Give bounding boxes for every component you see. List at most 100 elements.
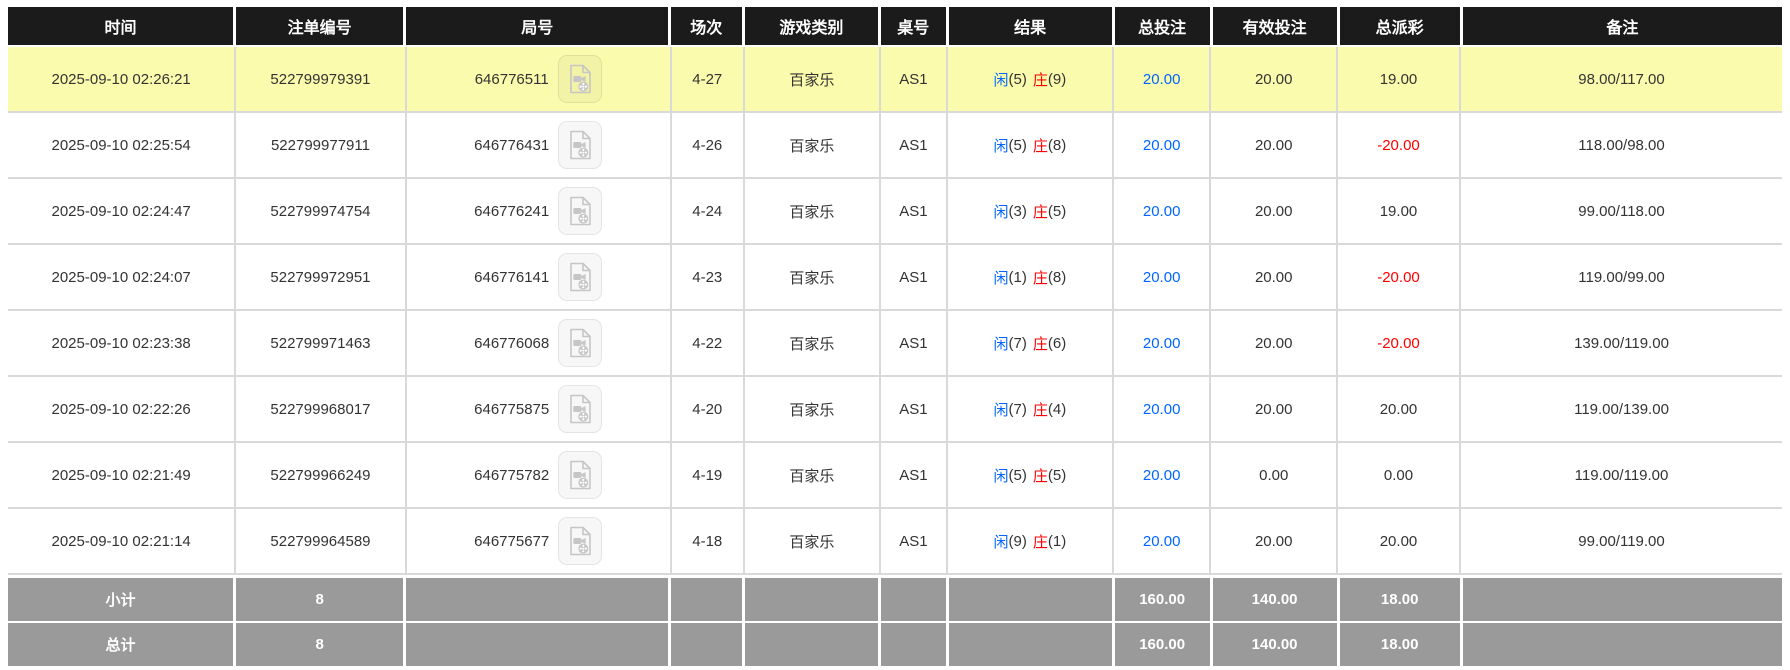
result-cell: 闲(5)庄(5) (948, 443, 1112, 507)
payout-cell: 19.00 (1338, 47, 1459, 111)
banker-result-label: 庄 (1033, 465, 1048, 486)
table-no-cell: AS1 (881, 443, 946, 507)
col-header-remark: 备注 (1463, 7, 1782, 45)
payout-cell: 19.00 (1338, 179, 1459, 243)
col-header-payout: 总派彩 (1340, 7, 1460, 45)
bet-time: 2025-09-10 02:21:14 (51, 533, 190, 550)
bet-id: 522799972951 (270, 269, 370, 286)
banker-result-label: 庄 (1033, 201, 1048, 222)
video-icon[interactable] (558, 187, 602, 235)
player-result-label: 闲 (994, 333, 1009, 354)
game-type-cell: 百家乐 (745, 47, 879, 111)
table-no-cell: AS1 (881, 377, 946, 441)
video-icon[interactable] (558, 55, 602, 103)
valid-bet-cell: 20.00 (1211, 377, 1336, 441)
time-cell: 2025-09-10 02:24:47 (8, 179, 234, 243)
video-icon[interactable] (558, 517, 602, 565)
bet-id-cell: 522799972951 (236, 245, 404, 309)
result-cell: 闲(7)庄(4) (948, 377, 1112, 441)
session-cell: 4-27 (672, 47, 743, 111)
table-row[interactable]: 2025-09-10 02:23:38 522799971463 6467760… (8, 311, 1782, 377)
round-cell: 646776431 (407, 113, 670, 177)
session-cell: 4-26 (672, 113, 743, 177)
game-type-cell: 百家乐 (745, 509, 879, 573)
time-cell: 2025-09-10 02:24:07 (8, 245, 234, 309)
banker-result-label: 庄 (1033, 399, 1048, 420)
player-result-label: 闲 (994, 135, 1009, 156)
remark-cell: 99.00/118.00 (1461, 179, 1782, 243)
bet-id: 522799968017 (270, 401, 370, 418)
grandtotal-payout: 18.00 (1340, 623, 1460, 666)
player-result-score: (5) (1009, 467, 1027, 484)
total-bet-link[interactable]: 20.00 (1143, 467, 1181, 484)
table-row[interactable]: 2025-09-10 02:25:54 522799977911 6467764… (8, 113, 1782, 179)
player-result-label: 闲 (994, 531, 1009, 552)
bet-time: 2025-09-10 02:23:38 (51, 335, 190, 352)
grandtotal-row: 总计 8 160.00 140.00 18.00 (8, 623, 1782, 666)
bet-id-cell: 522799974754 (236, 179, 404, 243)
table-row[interactable]: 2025-09-10 02:21:49 522799966249 6467757… (8, 443, 1782, 509)
table-row[interactable]: 2025-09-10 02:22:26 522799968017 6467758… (8, 377, 1782, 443)
total-bet-link[interactable]: 20.00 (1143, 203, 1181, 220)
bet-time: 2025-09-10 02:26:21 (51, 71, 190, 88)
valid-bet-cell: 20.00 (1211, 245, 1336, 309)
remark-cell: 119.00/139.00 (1461, 377, 1782, 441)
video-icon[interactable] (558, 451, 602, 499)
game-type-cell: 百家乐 (745, 113, 879, 177)
col-header-bet-id: 注单编号 (236, 7, 403, 45)
bet-id: 522799971463 (270, 335, 370, 352)
total-bet-link[interactable]: 20.00 (1143, 137, 1181, 154)
col-header-game-type: 游戏类别 (745, 7, 878, 45)
video-icon[interactable] (558, 319, 602, 367)
banker-result-label: 庄 (1033, 135, 1048, 156)
banker-result-score: (9) (1048, 71, 1066, 88)
bet-id-cell: 522799979391 (236, 47, 404, 111)
game-type-cell: 百家乐 (745, 311, 879, 375)
round-number: 646776068 (474, 335, 549, 352)
video-icon[interactable] (558, 385, 602, 433)
banker-result-score: (8) (1048, 137, 1066, 154)
bet-time: 2025-09-10 02:21:49 (51, 467, 190, 484)
table-row[interactable]: 2025-09-10 02:24:07 522799972951 6467761… (8, 245, 1782, 311)
bet-time: 2025-09-10 02:22:26 (51, 401, 190, 418)
time-cell: 2025-09-10 02:26:21 (8, 47, 234, 111)
round-number: 646776431 (474, 137, 549, 154)
grandtotal-count: 8 (236, 623, 403, 666)
total-bet-link[interactable]: 20.00 (1143, 335, 1181, 352)
round-cell: 646776141 (407, 245, 670, 309)
grandtotal-total-bet: 160.00 (1115, 623, 1210, 666)
player-result-score: (7) (1009, 335, 1027, 352)
subtotal-total-bet: 160.00 (1115, 578, 1210, 621)
session-cell: 4-22 (672, 311, 743, 375)
game-type-cell: 百家乐 (745, 377, 879, 441)
banker-result-score: (8) (1048, 269, 1066, 286)
video-icon[interactable] (558, 121, 602, 169)
player-result-score: (1) (1009, 269, 1027, 286)
bet-time: 2025-09-10 02:24:07 (51, 269, 190, 286)
total-bet-link[interactable]: 20.00 (1143, 269, 1181, 286)
round-number: 646775677 (474, 533, 549, 550)
table-row[interactable]: 2025-09-10 02:26:21 522799979391 6467765… (8, 47, 1782, 113)
table-header-row: 时间 注单编号 局号 场次 游戏类别 桌号 结果 总投注 有效投注 总派彩 备注 (8, 7, 1782, 45)
table-no-cell: AS1 (881, 311, 946, 375)
time-cell: 2025-09-10 02:21:49 (8, 443, 234, 507)
subtotal-valid-bet: 140.00 (1213, 578, 1337, 621)
table-row[interactable]: 2025-09-10 02:24:47 522799974754 6467762… (8, 179, 1782, 245)
time-cell: 2025-09-10 02:25:54 (8, 113, 234, 177)
bet-history-table: 时间 注单编号 局号 场次 游戏类别 桌号 结果 总投注 有效投注 总派彩 备注… (8, 7, 1782, 666)
total-bet-link[interactable]: 20.00 (1143, 71, 1181, 88)
col-header-total-bet: 总投注 (1115, 7, 1210, 45)
remark-cell: 98.00/117.00 (1461, 47, 1782, 111)
total-bet-cell: 20.00 (1114, 443, 1210, 507)
video-icon[interactable] (558, 253, 602, 301)
table-no-cell: AS1 (881, 509, 946, 573)
round-cell: 646776241 (407, 179, 670, 243)
table-row[interactable]: 2025-09-10 02:21:14 522799964589 6467756… (8, 509, 1782, 575)
banker-result-score: (5) (1048, 203, 1066, 220)
session-cell: 4-24 (672, 179, 743, 243)
banker-result-label: 庄 (1033, 333, 1048, 354)
total-bet-link[interactable]: 20.00 (1143, 533, 1181, 550)
round-cell: 646775677 (407, 509, 670, 573)
subtotal-payout: 18.00 (1340, 578, 1460, 621)
total-bet-link[interactable]: 20.00 (1143, 401, 1181, 418)
